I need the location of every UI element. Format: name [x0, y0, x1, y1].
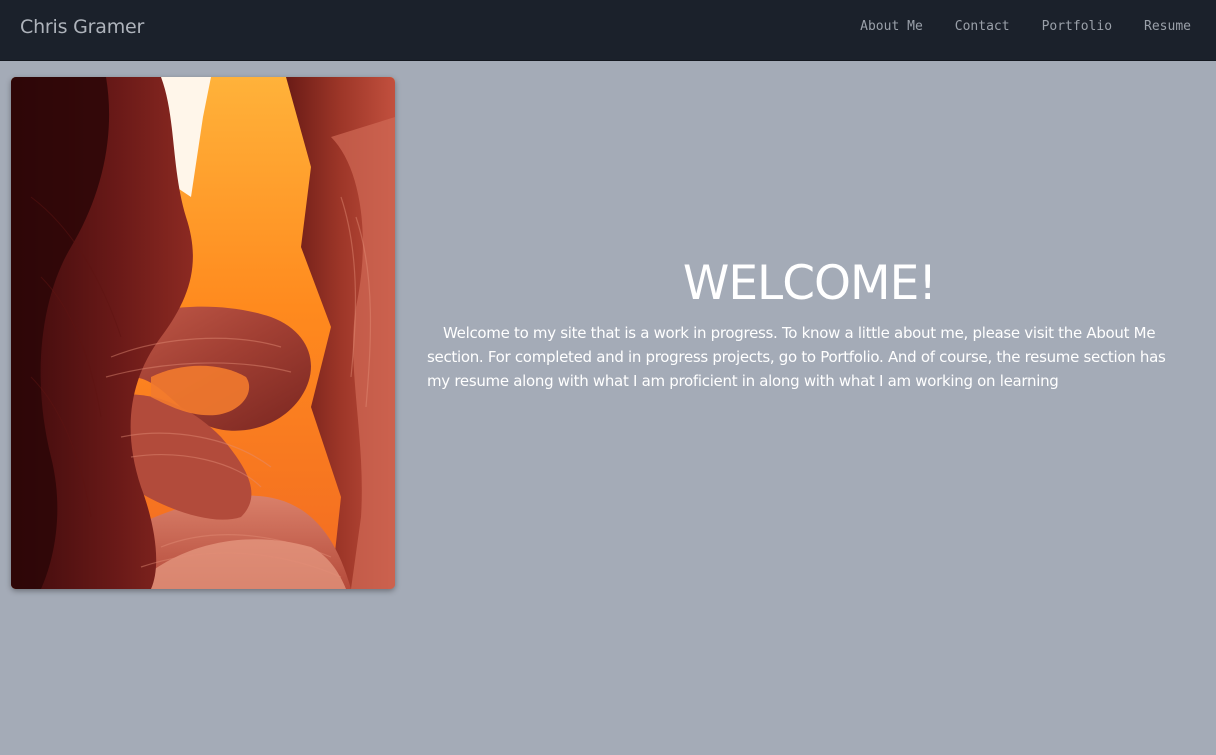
- welcome-text: Welcome to my site that is a work in pro…: [427, 324, 1166, 390]
- nav-links: About Me Contact Portfolio Resume: [844, 0, 1216, 52]
- nav-link-portfolio[interactable]: Portfolio: [1026, 19, 1128, 34]
- nav-link-about-me[interactable]: About Me: [844, 19, 939, 34]
- canyon-photo: [11, 77, 395, 589]
- navbar: Chris Gramer About Me Contact Portfolio …: [0, 0, 1216, 61]
- welcome-section: WELCOME! Welcome to my site that is a wo…: [427, 254, 1192, 393]
- welcome-title: WELCOME!: [682, 256, 937, 311]
- nav-link-resume[interactable]: Resume: [1128, 19, 1216, 34]
- brand-link[interactable]: Chris Gramer: [20, 16, 144, 38]
- welcome-title-wrap: WELCOME!: [427, 254, 1192, 314]
- nav-link-contact[interactable]: Contact: [939, 19, 1026, 34]
